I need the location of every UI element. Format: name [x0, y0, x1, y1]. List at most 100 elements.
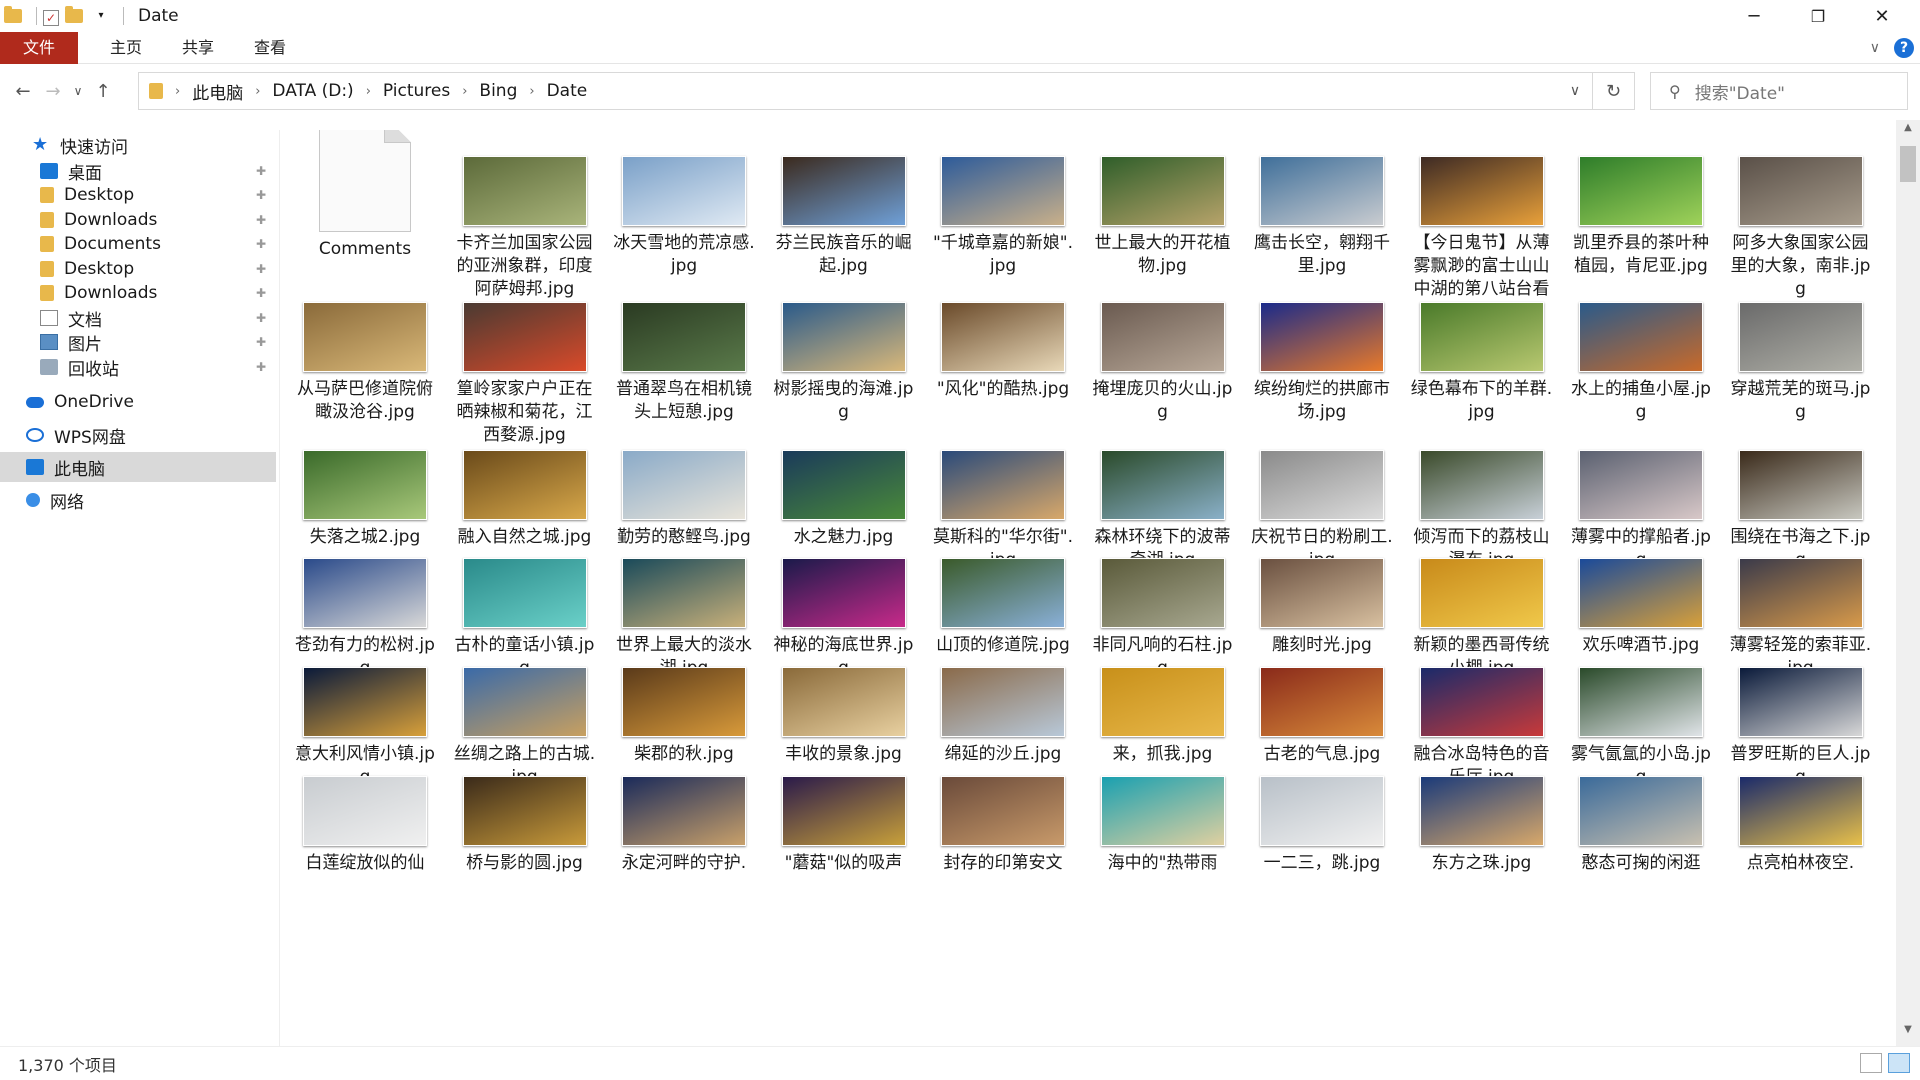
file-item-image[interactable]: 古朴的童话小镇.jpg [450, 558, 600, 680]
file-item-image[interactable]: 世界上最大的淡水湖.jpg [609, 558, 759, 680]
tab-view[interactable]: 查看 [234, 32, 306, 64]
properties-icon[interactable]: ✓ [43, 10, 59, 26]
file-item-image[interactable]: 【今日鬼节】从薄雾飘渺的富士山山中湖的第八站台看日出，... [1407, 156, 1557, 324]
maximize-button[interactable]: ❐ [1786, 0, 1850, 32]
expand-ribbon-icon[interactable]: ∨ [1870, 40, 1880, 56]
file-item-image[interactable]: 普罗旺斯的巨人.jpg [1726, 667, 1876, 789]
file-item-image[interactable]: 柴郡的秋.jpg [609, 667, 759, 766]
breadcrumb-this-pc[interactable]: 此电脑 [192, 79, 243, 104]
file-item-image[interactable]: 失落之城2.jpg [290, 450, 440, 549]
file-item-image[interactable]: 一二三，跳.jpg [1247, 776, 1397, 875]
address-dropdown-button[interactable]: ∨ [1558, 73, 1592, 109]
file-item-image[interactable]: 芬兰民族音乐的崛起.jpg [769, 156, 919, 278]
file-item-image[interactable]: 薄雾中的撑船者.jpg [1566, 450, 1716, 572]
file-item-image[interactable]: "蘑菇"似的吸声 [769, 776, 919, 875]
help-icon[interactable]: ? [1894, 38, 1914, 58]
breadcrumb-bing[interactable]: Bing [479, 81, 517, 101]
file-item-image[interactable]: 憨态可掬的闲逛 [1566, 776, 1716, 875]
file-name: 穿越荒芜的斑马.jpg [1730, 379, 1871, 422]
file-item-image[interactable]: 缤纷绚烂的拱廊市场.jpg [1247, 302, 1397, 424]
file-item-image[interactable]: 苍劲有力的松树.jpg [290, 558, 440, 680]
file-item-image[interactable]: 凯里乔县的茶叶种植园，肯尼亚.jpg [1566, 156, 1716, 278]
file-item-image[interactable]: "千城章嘉的新娘".jpg [928, 156, 1078, 278]
file-item-image[interactable]: 雾气氤氲的小岛.jpg [1566, 667, 1716, 789]
file-item-image[interactable]: 勤劳的憨鲣鸟.jpg [609, 450, 759, 549]
sidebar-item[interactable]: OneDrive [0, 387, 276, 417]
file-item-image[interactable]: 水之魅力.jpg [769, 450, 919, 549]
large-icons-view-button[interactable] [1888, 1053, 1910, 1073]
file-item-image[interactable]: 神秘的海底世界.jpg [769, 558, 919, 680]
file-item-image[interactable]: 穿越荒芜的斑马.jpg [1726, 302, 1876, 424]
breadcrumb-drive[interactable]: DATA (D:) [272, 81, 353, 101]
file-item-image[interactable]: 水上的捕鱼小屋.jpg [1566, 302, 1716, 424]
file-item-image[interactable]: 东方之珠.jpg [1407, 776, 1557, 875]
file-item-image[interactable]: 雕刻时光.jpg [1247, 558, 1397, 657]
file-item-image[interactable]: 掩埋庞贝的火山.jpg [1088, 302, 1238, 424]
file-item-image[interactable]: 新颖的墨西哥传统小棚.jpg [1407, 558, 1557, 680]
sidebar-item[interactable]: 此电脑 [0, 452, 276, 482]
file-item-image[interactable]: 点亮柏林夜空. [1726, 776, 1876, 875]
file-item-image[interactable]: "风化"的酷热.jpg [928, 302, 1078, 401]
scroll-down-icon[interactable]: ▼ [1896, 1024, 1920, 1044]
file-item-image[interactable]: 古老的气息.jpg [1247, 667, 1397, 766]
file-item-image[interactable]: 桥与影的圆.jpg [450, 776, 600, 875]
file-item-image[interactable]: 绿色幕布下的羊群.jpg [1407, 302, 1557, 424]
back-button[interactable]: ← [8, 76, 38, 106]
file-item-image[interactable]: 篁岭家家户户正在晒辣椒和菊花，江西婺源.jpg [450, 302, 600, 447]
file-item-image[interactable]: 倾泻而下的荔枝山瀑布.jpg [1407, 450, 1557, 572]
scrollbar-thumb[interactable] [1900, 146, 1916, 182]
cloud-icon [26, 396, 44, 408]
customize-toolbar-icon[interactable]: ▾ [91, 6, 111, 26]
file-item-image[interactable]: 树影摇曳的海滩.jpg [769, 302, 919, 424]
file-item-image[interactable]: 海中的"热带雨 [1088, 776, 1238, 875]
file-item-image[interactable]: 莫斯科的"华尔街".jpg [928, 450, 1078, 572]
up-button[interactable]: ↑ [88, 76, 118, 106]
file-item-image[interactable]: 山顶的修道院.jpg [928, 558, 1078, 657]
search-box[interactable]: ⚲ 搜索"Date" [1650, 72, 1908, 110]
file-item-image[interactable]: 绵延的沙丘.jpg [928, 667, 1078, 766]
file-item-image[interactable]: 融合冰岛特色的音乐厅.jpg [1407, 667, 1557, 789]
vertical-scrollbar[interactable]: ▲ ▼ [1896, 120, 1920, 1046]
file-item-image[interactable]: 世上最大的开花植物.jpg [1088, 156, 1238, 278]
minimize-button[interactable]: ─ [1722, 0, 1786, 32]
sidebar-item[interactable]: WPS网盘 [0, 420, 276, 450]
file-item-image[interactable]: 白莲绽放似的仙 [290, 776, 440, 875]
file-item-image[interactable]: 非同凡响的石柱.jpg [1088, 558, 1238, 680]
file-item-document[interactable]: Comments [290, 130, 440, 261]
details-view-button[interactable] [1860, 1053, 1882, 1073]
address-bar[interactable]: › 此电脑 › DATA (D:) › Pictures › Bing › Da… [138, 72, 1593, 110]
file-item-image[interactable]: 欢乐啤酒节.jpg [1566, 558, 1716, 657]
file-item-image[interactable]: 阿多大象国家公园里的大象，南非.jpg [1726, 156, 1876, 301]
file-item-image[interactable]: 封存的印第安文 [928, 776, 1078, 875]
file-item-image[interactable]: 围绕在书海之下.jpg [1726, 450, 1876, 572]
file-item-image[interactable]: 薄雾轻笼的索菲亚.jpg [1726, 558, 1876, 680]
file-item-image[interactable]: 普通翠鸟在相机镜头上短憩.jpg [609, 302, 759, 424]
tab-home[interactable]: 主页 [90, 32, 162, 64]
tab-share[interactable]: 共享 [162, 32, 234, 64]
sidebar-item[interactable]: 网络 [0, 485, 276, 515]
file-item-image[interactable]: 鹰击长空，翱翔千里.jpg [1247, 156, 1397, 278]
file-item-image[interactable]: 融入自然之城.jpg [450, 450, 600, 549]
file-item-image[interactable]: 丰收的景象.jpg [769, 667, 919, 766]
recent-locations-button[interactable]: ∨ [68, 76, 88, 106]
file-item-image[interactable]: 卡齐兰加国家公园的亚洲象群，印度阿萨姆邦.jpg [450, 156, 600, 301]
new-folder-icon[interactable] [65, 6, 85, 26]
breadcrumb-pictures[interactable]: Pictures [383, 81, 450, 101]
file-item-image[interactable]: 意大利风情小镇.jpg [290, 667, 440, 789]
scroll-up-icon[interactable]: ▲ [1896, 122, 1920, 142]
image-thumbnail [462, 776, 587, 846]
file-item-image[interactable]: 丝绸之路上的古城.jpg [450, 667, 600, 789]
breadcrumb-date[interactable]: Date [547, 81, 588, 101]
tab-file[interactable]: 文件 [0, 31, 78, 64]
search-input[interactable]: 搜索"Date" [1695, 79, 1785, 104]
file-item-image[interactable]: 来，抓我.jpg [1088, 667, 1238, 766]
forward-button[interactable]: → [38, 76, 68, 106]
file-item-image[interactable]: 森林环绕下的波蒂奇湖.jpg [1088, 450, 1238, 572]
file-item-image[interactable]: 永定河畔的守护. [609, 776, 759, 875]
file-item-image[interactable]: 从马萨巴修道院俯瞰汲沧谷.jpg [290, 302, 440, 424]
sidebar-item[interactable]: 回收站 ✚ [0, 352, 276, 382]
refresh-button[interactable]: ↻ [1593, 72, 1635, 110]
file-item-image[interactable]: 庆祝节日的粉刷工.jpg [1247, 450, 1397, 572]
close-button[interactable]: ✕ [1850, 0, 1914, 32]
file-item-image[interactable]: 冰天雪地的荒凉感.jpg [609, 156, 759, 278]
